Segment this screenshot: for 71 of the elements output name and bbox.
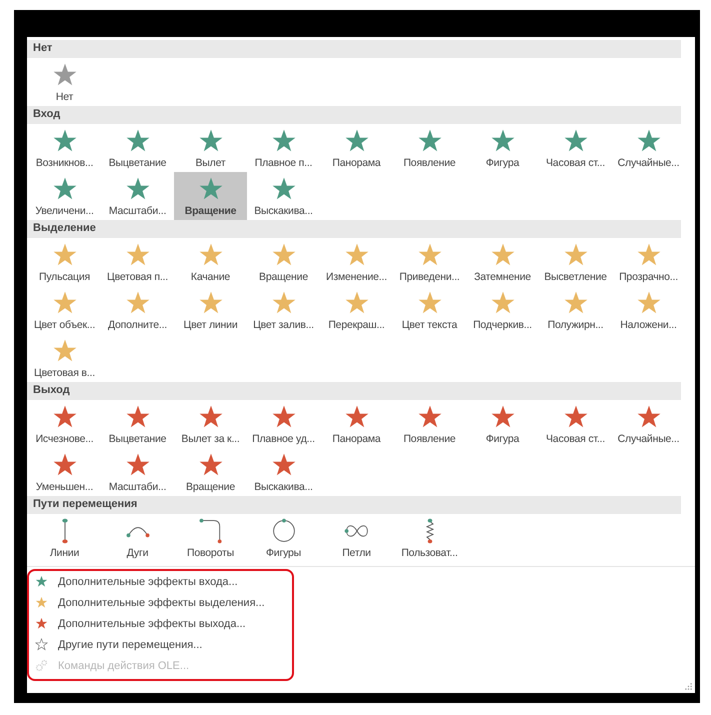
zigzag-path-icon [426, 518, 434, 544]
effect-item[interactable]: Выскакива... [247, 172, 320, 220]
effect-item[interactable]: Изменение... [320, 238, 393, 286]
effect-item[interactable]: Цвет залив... [247, 286, 320, 334]
effect-item[interactable]: Подчеркив... [466, 286, 539, 334]
effect-item[interactable]: Часовая ст... [539, 124, 612, 172]
effect-item[interactable]: Вылет [174, 124, 247, 172]
effect-item[interactable]: Высветление [539, 238, 612, 286]
section-header: Вход [27, 106, 681, 124]
effect-item[interactable]: Цвет линии [174, 286, 247, 334]
circle-path-icon [270, 518, 296, 544]
effect-item[interactable]: Случайные... [612, 400, 685, 448]
effect-item[interactable]: Панорама [320, 400, 393, 448]
effect-item[interactable]: Вращение [174, 172, 247, 220]
effect-item[interactable]: Вращение [174, 448, 247, 496]
menu-item[interactable]: Дополнительные эффекты выхода... [35, 613, 695, 634]
star-icon [35, 596, 48, 609]
effect-item[interactable]: Пульсация [28, 238, 101, 286]
effect-item[interactable]: Повороты [174, 514, 247, 562]
effect-item[interactable]: Исчезнове... [28, 400, 101, 448]
effect-item[interactable]: Случайные... [612, 124, 685, 172]
effect-item[interactable]: Уменьшен... [28, 448, 101, 496]
turn-path-icon [198, 518, 224, 544]
effect-item[interactable]: Появление [393, 400, 466, 448]
effect-item[interactable]: Фигура [466, 124, 539, 172]
effect-item[interactable]: Выскакива... [247, 448, 320, 496]
star-icon [35, 617, 48, 630]
effect-item[interactable]: Дополните... [101, 286, 174, 334]
effect-item[interactable]: Качание [174, 238, 247, 286]
section-header: Выход [27, 382, 681, 400]
star-outline-icon [35, 638, 48, 651]
effect-item[interactable]: Полужирн... [539, 286, 612, 334]
line-path-icon [62, 518, 68, 544]
menu-item[interactable]: Дополнительные эффекты выделения... [35, 592, 695, 613]
effect-item[interactable]: Появление [393, 124, 466, 172]
effect-item[interactable]: Цветовая п... [101, 238, 174, 286]
effect-item[interactable]: Пользоват... [393, 514, 466, 562]
effect-item[interactable]: Выцветание [101, 400, 174, 448]
effect-item[interactable]: Часовая ст... [539, 400, 612, 448]
effect-item[interactable]: Линии [28, 514, 101, 562]
effect-item[interactable]: Нет [28, 58, 101, 106]
effect-item[interactable]: Приведени... [393, 238, 466, 286]
effect-item[interactable]: Плавное уд... [247, 400, 320, 448]
effect-item[interactable]: Фигуры [247, 514, 320, 562]
effect-item[interactable]: Перекраш... [320, 286, 393, 334]
effect-item[interactable]: Масштаби... [101, 448, 174, 496]
section-header: Выделение [27, 220, 681, 238]
effect-item[interactable]: Прозрачно... [612, 238, 685, 286]
section-header: Нет [27, 40, 681, 58]
effect-item[interactable]: Панорама [320, 124, 393, 172]
effect-item[interactable]: Дуги [101, 514, 174, 562]
effect-item[interactable]: Цветовая в... [28, 334, 101, 382]
effect-item[interactable]: Петли [320, 514, 393, 562]
effect-item[interactable]: Наложени... [612, 286, 685, 334]
effect-item[interactable]: Вращение [247, 238, 320, 286]
effect-item[interactable]: Увеличени... [28, 172, 101, 220]
gears-icon [35, 659, 48, 672]
effect-item[interactable]: Масштаби... [101, 172, 174, 220]
effect-item[interactable]: Возникнов... [28, 124, 101, 172]
menu-item[interactable]: Дополнительные эффекты входа... [35, 571, 695, 592]
resize-grip-icon[interactable] [685, 683, 692, 690]
effect-item[interactable]: Плавное п... [247, 124, 320, 172]
effect-item[interactable]: Цвет объек... [28, 286, 101, 334]
section-header: Пути перемещения [27, 496, 681, 514]
effect-item[interactable]: Фигура [466, 400, 539, 448]
star-icon [35, 575, 48, 588]
effect-item[interactable]: Затемнение [466, 238, 539, 286]
effect-item[interactable]: Выцветание [101, 124, 174, 172]
menu-item[interactable]: Другие пути перемещения... [35, 634, 695, 655]
effect-item[interactable]: Вылет за к... [174, 400, 247, 448]
effect-item[interactable]: Цвет текста [393, 286, 466, 334]
